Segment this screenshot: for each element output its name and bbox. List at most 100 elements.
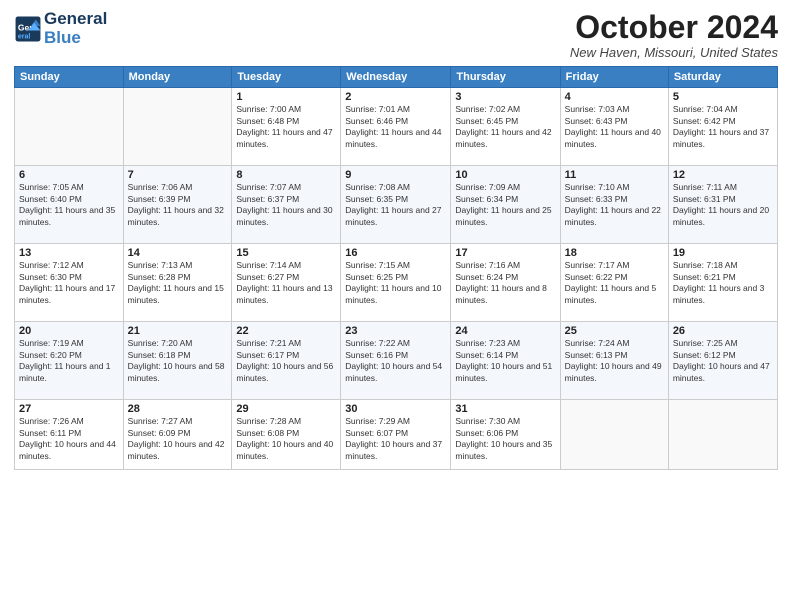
day-number: 29 <box>236 403 336 415</box>
day-number: 14 <box>128 247 228 259</box>
table-row <box>123 88 232 166</box>
day-number: 9 <box>345 169 446 181</box>
table-row: 16Sunrise: 7:15 AMSunset: 6:25 PMDayligh… <box>341 244 451 322</box>
header: Gen eral General Blue October 2024 New H… <box>14 10 778 60</box>
day-info: Sunrise: 7:30 AMSunset: 6:06 PMDaylight:… <box>455 416 555 462</box>
table-row: 9Sunrise: 7:08 AMSunset: 6:35 PMDaylight… <box>341 166 451 244</box>
day-info: Sunrise: 7:15 AMSunset: 6:25 PMDaylight:… <box>345 260 446 306</box>
table-row: 22Sunrise: 7:21 AMSunset: 6:17 PMDayligh… <box>232 322 341 400</box>
day-info: Sunrise: 7:18 AMSunset: 6:21 PMDaylight:… <box>673 260 773 306</box>
day-number: 2 <box>345 91 446 103</box>
day-info: Sunrise: 7:25 AMSunset: 6:12 PMDaylight:… <box>673 338 773 384</box>
day-number: 15 <box>236 247 336 259</box>
table-row: 19Sunrise: 7:18 AMSunset: 6:21 PMDayligh… <box>668 244 777 322</box>
day-number: 21 <box>128 325 228 337</box>
day-info: Sunrise: 7:09 AMSunset: 6:34 PMDaylight:… <box>455 182 555 228</box>
col-thursday: Thursday <box>451 67 560 88</box>
table-row: 25Sunrise: 7:24 AMSunset: 6:13 PMDayligh… <box>560 322 668 400</box>
table-row: 21Sunrise: 7:20 AMSunset: 6:18 PMDayligh… <box>123 322 232 400</box>
day-number: 22 <box>236 325 336 337</box>
day-info: Sunrise: 7:28 AMSunset: 6:08 PMDaylight:… <box>236 416 336 462</box>
day-number: 12 <box>673 169 773 181</box>
logo-icon: Gen eral <box>14 15 42 43</box>
table-row: 28Sunrise: 7:27 AMSunset: 6:09 PMDayligh… <box>123 400 232 470</box>
table-row: 6Sunrise: 7:05 AMSunset: 6:40 PMDaylight… <box>15 166 124 244</box>
col-friday: Friday <box>560 67 668 88</box>
calendar: Sunday Monday Tuesday Wednesday Thursday… <box>14 66 778 470</box>
day-number: 18 <box>565 247 664 259</box>
day-info: Sunrise: 7:04 AMSunset: 6:42 PMDaylight:… <box>673 104 773 150</box>
title-block: October 2024 New Haven, Missouri, United… <box>570 10 778 60</box>
col-saturday: Saturday <box>668 67 777 88</box>
day-number: 7 <box>128 169 228 181</box>
day-number: 31 <box>455 403 555 415</box>
day-number: 28 <box>128 403 228 415</box>
day-info: Sunrise: 7:02 AMSunset: 6:45 PMDaylight:… <box>455 104 555 150</box>
table-row: 12Sunrise: 7:11 AMSunset: 6:31 PMDayligh… <box>668 166 777 244</box>
day-number: 25 <box>565 325 664 337</box>
table-row <box>15 88 124 166</box>
day-number: 19 <box>673 247 773 259</box>
table-row: 8Sunrise: 7:07 AMSunset: 6:37 PMDaylight… <box>232 166 341 244</box>
col-monday: Monday <box>123 67 232 88</box>
day-info: Sunrise: 7:29 AMSunset: 6:07 PMDaylight:… <box>345 416 446 462</box>
table-row <box>560 400 668 470</box>
day-number: 30 <box>345 403 446 415</box>
day-info: Sunrise: 7:13 AMSunset: 6:28 PMDaylight:… <box>128 260 228 306</box>
day-number: 3 <box>455 91 555 103</box>
table-row: 27Sunrise: 7:26 AMSunset: 6:11 PMDayligh… <box>15 400 124 470</box>
day-number: 11 <box>565 169 664 181</box>
table-row: 3Sunrise: 7:02 AMSunset: 6:45 PMDaylight… <box>451 88 560 166</box>
day-number: 13 <box>19 247 119 259</box>
day-number: 23 <box>345 325 446 337</box>
table-row: 13Sunrise: 7:12 AMSunset: 6:30 PMDayligh… <box>15 244 124 322</box>
day-info: Sunrise: 7:12 AMSunset: 6:30 PMDaylight:… <box>19 260 119 306</box>
logo-text: General Blue <box>44 10 107 47</box>
day-info: Sunrise: 7:16 AMSunset: 6:24 PMDaylight:… <box>455 260 555 306</box>
day-info: Sunrise: 7:17 AMSunset: 6:22 PMDaylight:… <box>565 260 664 306</box>
table-row: 18Sunrise: 7:17 AMSunset: 6:22 PMDayligh… <box>560 244 668 322</box>
day-info: Sunrise: 7:03 AMSunset: 6:43 PMDaylight:… <box>565 104 664 150</box>
table-row: 29Sunrise: 7:28 AMSunset: 6:08 PMDayligh… <box>232 400 341 470</box>
table-row: 31Sunrise: 7:30 AMSunset: 6:06 PMDayligh… <box>451 400 560 470</box>
day-number: 26 <box>673 325 773 337</box>
day-number: 1 <box>236 91 336 103</box>
table-row: 17Sunrise: 7:16 AMSunset: 6:24 PMDayligh… <box>451 244 560 322</box>
day-info: Sunrise: 7:22 AMSunset: 6:16 PMDaylight:… <box>345 338 446 384</box>
location: New Haven, Missouri, United States <box>570 45 778 60</box>
day-info: Sunrise: 7:24 AMSunset: 6:13 PMDaylight:… <box>565 338 664 384</box>
table-row: 20Sunrise: 7:19 AMSunset: 6:20 PMDayligh… <box>15 322 124 400</box>
table-row: 10Sunrise: 7:09 AMSunset: 6:34 PMDayligh… <box>451 166 560 244</box>
day-info: Sunrise: 7:05 AMSunset: 6:40 PMDaylight:… <box>19 182 119 228</box>
day-info: Sunrise: 7:20 AMSunset: 6:18 PMDaylight:… <box>128 338 228 384</box>
day-number: 10 <box>455 169 555 181</box>
day-info: Sunrise: 7:00 AMSunset: 6:48 PMDaylight:… <box>236 104 336 150</box>
col-tuesday: Tuesday <box>232 67 341 88</box>
calendar-header-row: Sunday Monday Tuesday Wednesday Thursday… <box>15 67 778 88</box>
logo: Gen eral General Blue <box>14 10 107 47</box>
svg-text:eral: eral <box>18 33 31 40</box>
day-info: Sunrise: 7:19 AMSunset: 6:20 PMDaylight:… <box>19 338 119 384</box>
table-row: 24Sunrise: 7:23 AMSunset: 6:14 PMDayligh… <box>451 322 560 400</box>
day-number: 27 <box>19 403 119 415</box>
month-title: October 2024 <box>570 10 778 45</box>
day-info: Sunrise: 7:21 AMSunset: 6:17 PMDaylight:… <box>236 338 336 384</box>
day-number: 17 <box>455 247 555 259</box>
table-row: 26Sunrise: 7:25 AMSunset: 6:12 PMDayligh… <box>668 322 777 400</box>
day-number: 8 <box>236 169 336 181</box>
col-wednesday: Wednesday <box>341 67 451 88</box>
table-row: 2Sunrise: 7:01 AMSunset: 6:46 PMDaylight… <box>341 88 451 166</box>
day-info: Sunrise: 7:27 AMSunset: 6:09 PMDaylight:… <box>128 416 228 462</box>
day-info: Sunrise: 7:14 AMSunset: 6:27 PMDaylight:… <box>236 260 336 306</box>
day-info: Sunrise: 7:10 AMSunset: 6:33 PMDaylight:… <box>565 182 664 228</box>
day-info: Sunrise: 7:11 AMSunset: 6:31 PMDaylight:… <box>673 182 773 228</box>
day-info: Sunrise: 7:08 AMSunset: 6:35 PMDaylight:… <box>345 182 446 228</box>
day-info: Sunrise: 7:06 AMSunset: 6:39 PMDaylight:… <box>128 182 228 228</box>
table-row: 23Sunrise: 7:22 AMSunset: 6:16 PMDayligh… <box>341 322 451 400</box>
day-number: 16 <box>345 247 446 259</box>
table-row: 1Sunrise: 7:00 AMSunset: 6:48 PMDaylight… <box>232 88 341 166</box>
day-info: Sunrise: 7:23 AMSunset: 6:14 PMDaylight:… <box>455 338 555 384</box>
table-row: 15Sunrise: 7:14 AMSunset: 6:27 PMDayligh… <box>232 244 341 322</box>
col-sunday: Sunday <box>15 67 124 88</box>
day-number: 5 <box>673 91 773 103</box>
